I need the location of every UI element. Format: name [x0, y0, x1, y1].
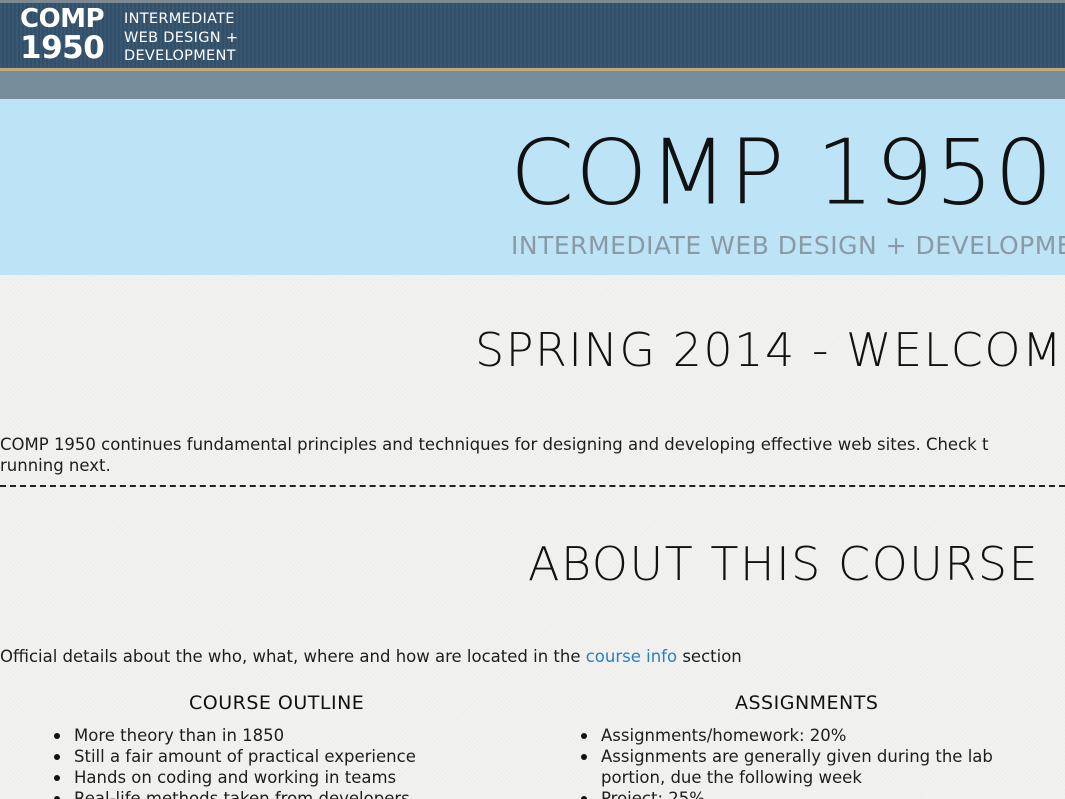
official-text-pre: Official details about the who, what, wh…: [0, 647, 586, 666]
course-info-link[interactable]: course info: [586, 647, 677, 666]
welcome-heading: SPRING 2014 - WELCOME: [475, 323, 1065, 377]
course-outline-list: More theory than in 1850 Still a fair am…: [52, 725, 522, 799]
intro-paragraph: COMP 1950 continues fundamental principl…: [0, 434, 988, 476]
list-item: Assignments are generally given during t…: [579, 746, 1029, 788]
hero-banner: COMP 1950 INTERMEDIATE WEB DESIGN + DEVE…: [0, 99, 1065, 275]
about-heading: ABOUT THIS COURSE: [528, 537, 1040, 591]
site-logo[interactable]: COMP 1950: [20, 4, 105, 66]
list-item: Still a fair amount of practical experie…: [52, 746, 522, 767]
logo-line-2: 1950: [20, 30, 105, 66]
nav-band: [0, 71, 1065, 99]
hero-title: COMP 1950: [510, 120, 1054, 225]
logo-line-1: COMP: [20, 4, 105, 34]
logo-subtitle-line-2: WEB DESIGN +: [124, 29, 239, 46]
assignments-list: Assignments/homework: 20% Assignments ar…: [579, 725, 1029, 799]
logo-subtitle: INTERMEDIATE WEB DESIGN + DEVELOPMENT: [124, 10, 238, 66]
list-item: Real-life methods taken from developers: [52, 788, 522, 799]
list-item: Hands on coding and working in teams: [52, 767, 522, 788]
assignments-heading: ASSIGNMENTS: [735, 692, 879, 714]
list-item: Project: 25%: [579, 788, 1029, 799]
intro-line-2: running next.: [0, 456, 111, 475]
intro-line-1: COMP 1950 continues fundamental principl…: [0, 435, 989, 454]
list-item: More theory than in 1850: [52, 725, 522, 746]
site-header: COMP 1950 INTERMEDIATE WEB DESIGN + DEVE…: [0, 3, 1065, 68]
official-text-post: section: [677, 647, 742, 666]
main-content: SPRING 2014 - WELCOME COMP 1950 continue…: [0, 275, 1065, 799]
logo-subtitle-line-3: DEVELOPMENT: [124, 48, 236, 64]
hero-subtitle: INTERMEDIATE WEB DESIGN + DEVELOPMENT: [511, 231, 1065, 260]
list-item: Assignments/homework: 20%: [579, 725, 1029, 746]
official-details-paragraph: Official details about the who, what, wh…: [0, 646, 742, 667]
section-divider: [0, 485, 1065, 487]
course-outline-heading: COURSE OUTLINE: [189, 692, 365, 714]
logo-subtitle-line-1: INTERMEDIATE: [124, 11, 235, 27]
